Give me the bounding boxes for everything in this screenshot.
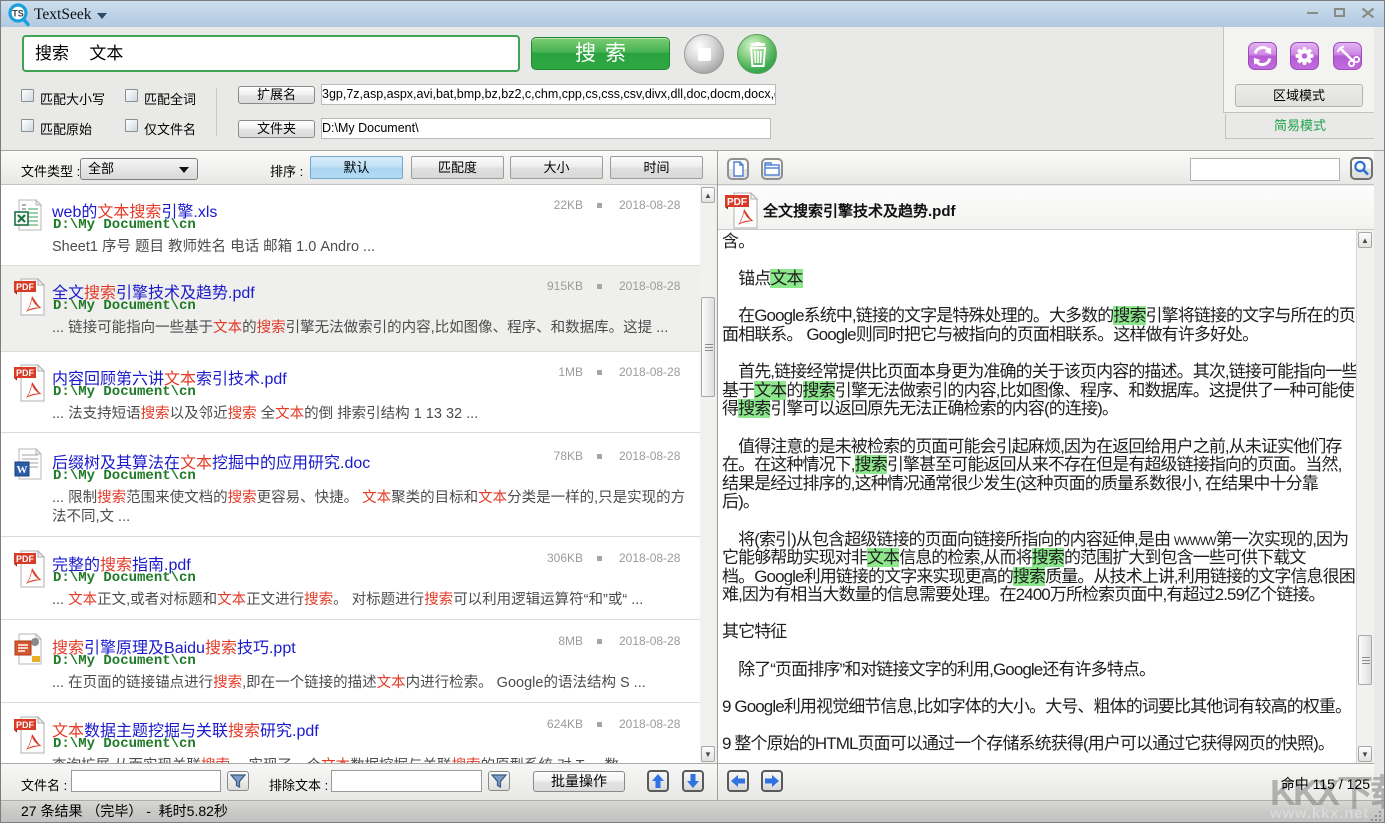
svg-text:W: W xyxy=(17,464,28,476)
svg-text:TS: TS xyxy=(12,9,24,19)
svg-text:PDF: PDF xyxy=(727,197,747,208)
